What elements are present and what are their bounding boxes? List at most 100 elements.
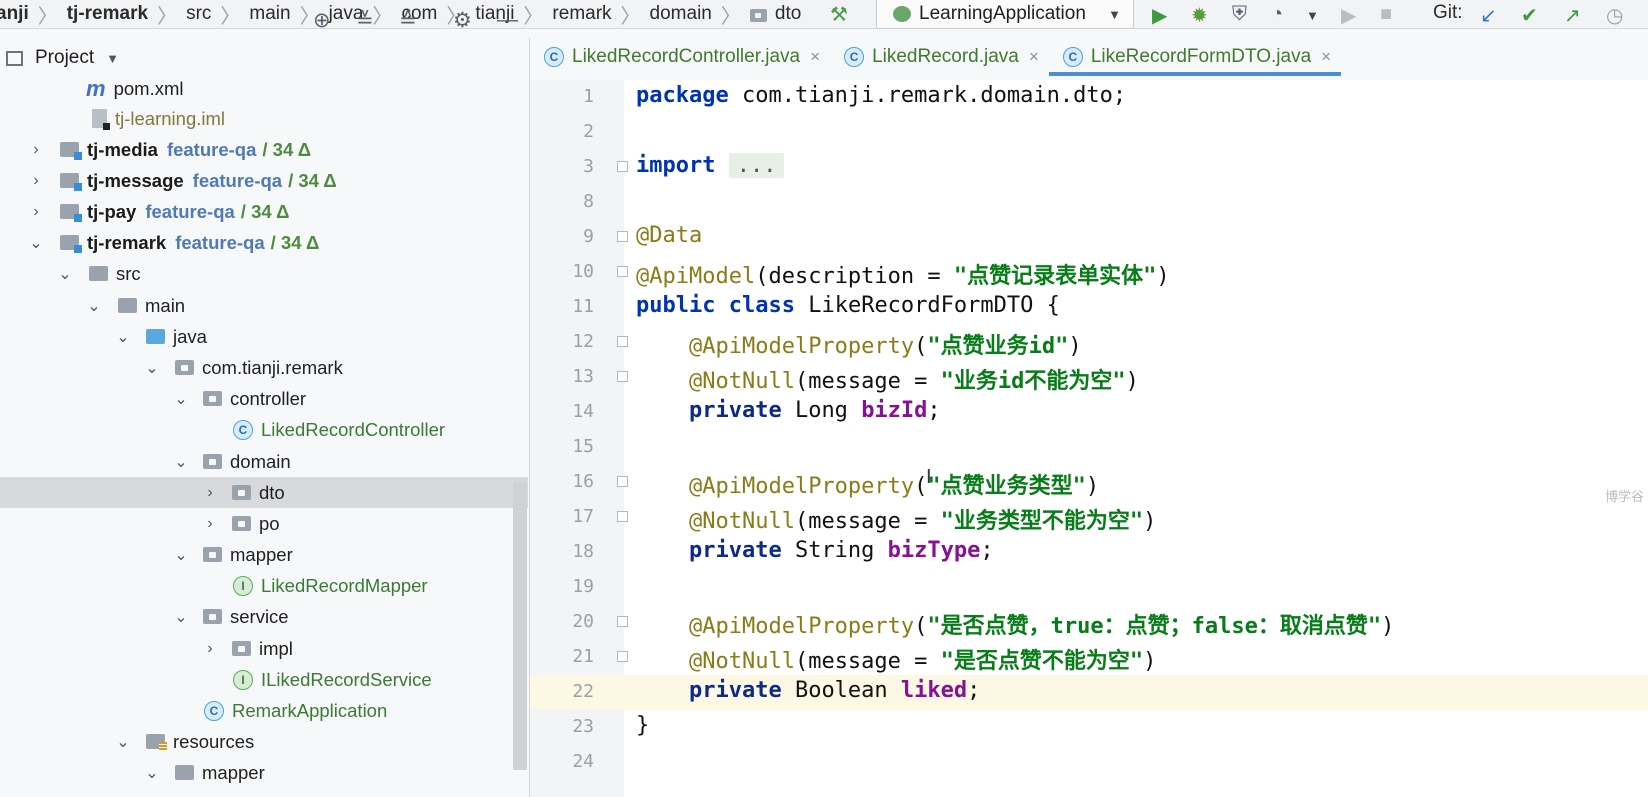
chevron-down-icon[interactable]: ⌄ xyxy=(58,264,72,284)
folded-imports[interactable]: ... xyxy=(728,153,785,178)
chevron-right-icon[interactable]: › xyxy=(29,172,43,190)
code-line[interactable]: 21 @NotNull(message = "是否点赞不能为空") xyxy=(530,640,1648,675)
chevron-down-icon[interactable]: ⌄ xyxy=(145,763,159,783)
chevron-right-icon[interactable]: › xyxy=(29,203,43,221)
code-line[interactable]: 23 } xyxy=(530,710,1648,745)
project-panel-scrollbar[interactable] xyxy=(513,482,527,770)
code-line[interactable]: 20 @ApiModelProperty("是否点赞，true：点赞；false… xyxy=(530,605,1648,640)
fold-toggle-icon[interactable] xyxy=(617,651,628,662)
breadcrumb-item[interactable]: remark 〉 xyxy=(552,0,649,29)
tree-item-main[interactable]: ⌄ main xyxy=(0,290,528,321)
breadcrumb-item[interactable]: domain 〉 xyxy=(650,0,750,29)
tree-item-tj-pay[interactable]: › tj-pay feature-qa / 34 Δ xyxy=(0,196,528,227)
fold-toggle-icon[interactable] xyxy=(617,616,628,627)
fold-toggle-icon[interactable] xyxy=(617,476,628,487)
breadcrumb-item[interactable]: anji 〉 xyxy=(0,0,67,29)
tree-item-domain[interactable]: ⌄ domain xyxy=(0,446,528,477)
coverage-icon[interactable]: ⛨ xyxy=(1232,3,1247,26)
chevron-down-icon[interactable]: ⌄ xyxy=(145,358,159,378)
fold-toggle-icon[interactable] xyxy=(617,371,628,382)
project-panel-title[interactable]: Project xyxy=(35,47,94,69)
locate-target-icon[interactable]: ⊕ xyxy=(313,8,331,33)
chevron-right-icon[interactable]: › xyxy=(203,484,217,502)
rerun-icon[interactable]: ▶ xyxy=(1341,3,1356,28)
breadcrumb-item[interactable]: src 〉 xyxy=(186,0,249,29)
code-line[interactable]: 3 import ... xyxy=(530,150,1648,185)
tree-item-tj-media[interactable]: › tj-media feature-qa / 34 Δ xyxy=(0,134,528,165)
tree-item-mapper[interactable]: ⌄ mapper xyxy=(0,539,528,570)
tree-item-service[interactable]: ⌄ service xyxy=(0,601,528,632)
git-push-icon[interactable]: ↗ xyxy=(1564,3,1581,28)
hide-panel-icon[interactable]: — xyxy=(497,8,518,32)
code-line[interactable]: 8 xyxy=(530,185,1648,220)
code-line[interactable]: 12 @ApiModelProperty("点赞业务id") xyxy=(530,325,1648,360)
breadcrumb-item[interactable]: dto xyxy=(749,3,801,25)
tree-item-impl[interactable]: › impl xyxy=(0,633,528,664)
chevron-down-icon[interactable]: ⌄ xyxy=(116,327,130,347)
chevron-right-icon[interactable]: › xyxy=(203,515,217,533)
build-hammer-icon[interactable]: ⚒ xyxy=(830,2,848,27)
tab-liked-record[interactable]: C LikedRecord.java × xyxy=(830,38,1049,76)
tree-item-remark-application[interactable]: C RemarkApplication xyxy=(0,695,528,726)
tab-like-record-form-dto[interactable]: C LikeRecordFormDTO.java × xyxy=(1048,38,1342,76)
code-line[interactable]: 18 private String bizType; xyxy=(530,535,1648,570)
git-update-icon[interactable]: ↙ xyxy=(1480,3,1497,28)
tree-item-po[interactable]: › po xyxy=(0,508,528,539)
code-line-current[interactable]: 22 private Boolean liked; xyxy=(530,675,1648,710)
code-line[interactable]: 16 @ApiModelProperty("点赞业务类型") xyxy=(530,465,1648,500)
chevron-down-icon[interactable]: ▼ xyxy=(1306,8,1319,23)
code-line[interactable]: 10 @ApiModel(description = "点赞记录表单实体") xyxy=(530,255,1648,290)
tree-item-liked-record-mapper[interactable]: I LikedRecordMapper xyxy=(0,570,528,601)
close-icon[interactable]: × xyxy=(1029,47,1039,67)
tree-item-iliked-record-service[interactable]: I ILikedRecordService xyxy=(0,664,528,695)
tree-item-java[interactable]: ⌄ java xyxy=(0,321,528,352)
git-commit-icon[interactable]: ✔ xyxy=(1521,3,1538,28)
chevron-down-icon[interactable]: ⌄ xyxy=(174,452,188,472)
chevron-right-icon[interactable]: › xyxy=(29,141,43,159)
profile-icon[interactable]: ◔ xyxy=(1271,3,1283,26)
chevron-down-icon[interactable]: ⌄ xyxy=(116,732,130,752)
code-line[interactable]: 9 @Data xyxy=(530,220,1648,255)
breadcrumb-item[interactable]: tj-remark 〉 xyxy=(67,0,186,29)
code-line[interactable]: 15 xyxy=(530,430,1648,465)
fold-toggle-icon[interactable] xyxy=(617,231,628,242)
tree-item-tj-remark[interactable]: ⌄ tj-remark feature-qa / 34 Δ xyxy=(0,227,528,258)
chevron-down-icon[interactable]: ⌄ xyxy=(174,389,188,409)
debug-icon[interactable]: ✹ xyxy=(1191,3,1208,28)
code-line[interactable]: 19 xyxy=(530,570,1648,605)
chevron-down-icon[interactable]: ⌄ xyxy=(174,607,188,627)
fold-toggle-icon[interactable] xyxy=(617,336,628,347)
stop-icon[interactable]: ■ xyxy=(1380,3,1392,26)
code-line[interactable]: 2 xyxy=(530,115,1648,150)
run-icon[interactable]: ▶ xyxy=(1152,3,1167,28)
code-line[interactable]: 24 xyxy=(530,745,1648,780)
gear-icon[interactable]: ⚙ xyxy=(453,8,472,33)
fold-toggle-icon[interactable] xyxy=(617,161,628,172)
tree-item-pom-xml[interactable]: m pom.xml xyxy=(0,73,528,104)
chevron-down-icon[interactable]: ⌄ xyxy=(29,233,43,253)
tree-item-resources[interactable]: ⌄ resources xyxy=(0,726,528,757)
code-line[interactable]: 1 package com.tianji.remark.domain.dto; xyxy=(530,80,1648,115)
chevron-down-icon[interactable]: ▼ xyxy=(106,51,119,66)
tree-item-dto[interactable]: › dto xyxy=(0,477,528,508)
fold-toggle-icon[interactable] xyxy=(617,266,628,277)
code-line[interactable]: 17 @NotNull(message = "业务类型不能为空") xyxy=(530,500,1648,535)
fold-toggle-icon[interactable] xyxy=(617,511,628,522)
close-icon[interactable]: × xyxy=(810,47,820,67)
collapse-all-icon[interactable]: ≙ xyxy=(399,8,417,33)
code-line[interactable]: 11 public class LikeRecordFormDTO { xyxy=(530,290,1648,325)
tree-item-com-tianji-remark[interactable]: ⌄ com.tianji.remark xyxy=(0,352,528,383)
code-line[interactable]: 13 @NotNull(message = "业务id不能为空") xyxy=(530,360,1648,395)
code-editor[interactable]: 1 package com.tianji.remark.domain.dto; … xyxy=(530,80,1648,797)
tree-item-iml[interactable]: tj-learning.iml xyxy=(0,103,528,134)
code-line[interactable]: 14 private Long bizId; xyxy=(530,395,1648,430)
tab-liked-record-controller[interactable]: C LikedRecordController.java × xyxy=(530,38,830,76)
history-icon[interactable]: ◷ xyxy=(1606,3,1623,28)
run-configuration-selector[interactable]: LearningApplication ▼ xyxy=(876,0,1134,29)
tree-item-resources-mapper[interactable]: ⌄ mapper xyxy=(0,757,528,788)
tree-item-liked-record-controller[interactable]: C LikedRecordController xyxy=(0,414,528,445)
chevron-down-icon[interactable]: ⌄ xyxy=(87,296,101,316)
chevron-down-icon[interactable]: ⌄ xyxy=(174,545,188,565)
close-icon[interactable]: × xyxy=(1321,47,1331,67)
tree-item-src[interactable]: ⌄ src xyxy=(0,258,528,289)
